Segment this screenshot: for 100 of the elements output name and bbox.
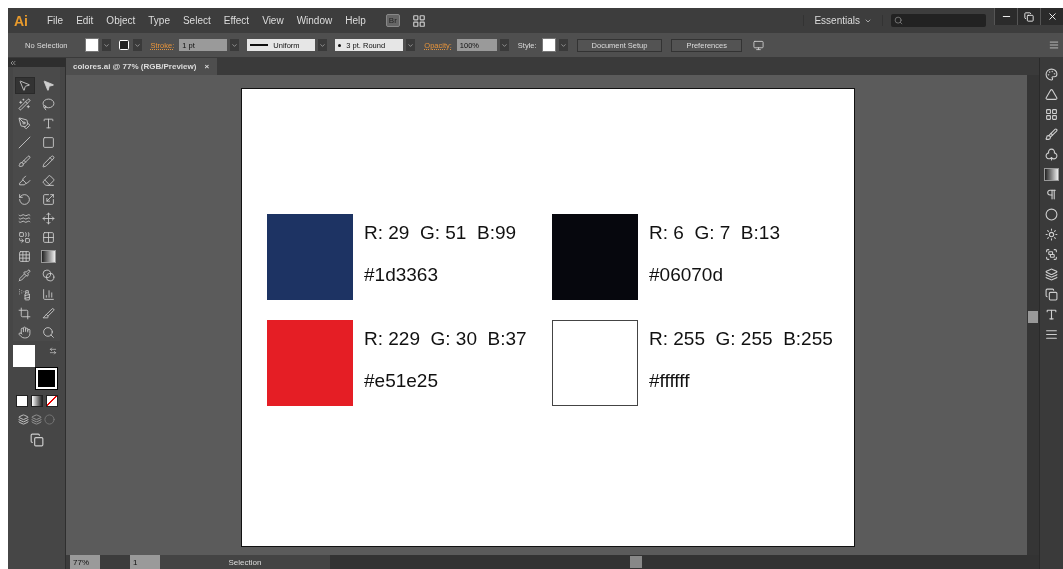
shape-builder-icon	[18, 231, 32, 244]
color-button[interactable]	[15, 395, 28, 407]
status-text: Selection	[160, 555, 330, 569]
eraser-icon	[41, 174, 55, 187]
ellipse-icon[interactable]	[1045, 208, 1058, 221]
hex-code: #ffffff	[649, 369, 691, 393]
knife-icon	[41, 307, 55, 320]
stroke-color-swatch[interactable]	[36, 368, 57, 389]
workspace-switcher[interactable]: Essentials	[803, 15, 883, 26]
screen-mode-icon[interactable]	[29, 433, 44, 447]
menu-item[interactable]: Object	[99, 15, 142, 26]
horizontal-scrollbar[interactable]	[330, 555, 1039, 569]
isolate-icon[interactable]	[752, 39, 764, 51]
magic-wand-icon	[18, 98, 32, 111]
artboard-icon	[18, 307, 32, 320]
club-icon[interactable]	[1045, 148, 1058, 161]
caret-icon	[133, 41, 141, 49]
close-button[interactable]	[1040, 8, 1063, 25]
artboards-icon[interactable]	[1045, 288, 1058, 301]
selection-arrow-icon	[18, 79, 32, 92]
caret-icon	[500, 41, 508, 49]
stroke-line-icon	[250, 44, 269, 46]
menu-item[interactable]: Help	[338, 15, 372, 26]
palette-icon[interactable]	[1045, 68, 1058, 81]
rgb-values: R: 29 G: 51 B:99	[364, 221, 517, 245]
rgb-values: R: 255 G: 255 B:255	[649, 327, 833, 351]
pen-icon	[18, 117, 32, 130]
stroke-swatch-icon[interactable]	[117, 39, 130, 51]
pilcrow-icon[interactable]	[1045, 188, 1058, 201]
pencil-icon	[41, 155, 55, 168]
gradient-button[interactable]	[30, 395, 43, 407]
search-field[interactable]	[891, 14, 986, 27]
scale-icon	[41, 193, 55, 206]
free-transform-icon	[41, 212, 55, 225]
bar-chart-icon	[41, 288, 55, 301]
gradient-icon[interactable]	[1044, 168, 1059, 181]
perspective-grid-icon	[41, 231, 55, 244]
none-button[interactable]	[45, 395, 58, 407]
appearance-icon[interactable]	[1045, 228, 1058, 241]
dot-icon	[338, 43, 342, 47]
rectangle-icon	[41, 136, 55, 149]
arrow-icon	[41, 79, 55, 92]
blend-icon	[41, 269, 55, 282]
brush-icon[interactable]	[1045, 128, 1058, 141]
draw-normal-icon[interactable]	[18, 414, 29, 425]
warp-icon	[18, 212, 32, 225]
zoom-field[interactable]: 77%	[70, 555, 100, 569]
caret-icon	[102, 41, 110, 49]
app-logo: Ai	[14, 12, 28, 29]
layers-icon[interactable]	[1045, 268, 1058, 281]
menu-item[interactable]: Edit	[69, 15, 100, 26]
arrange-documents-icon[interactable]	[411, 13, 426, 28]
caret-icon	[407, 41, 415, 49]
rotate-icon	[18, 193, 32, 206]
document-tab[interactable]: colores.ai @ 77% (RGB/Preview) ×	[66, 58, 218, 75]
fill-color-swatch[interactable]	[13, 345, 35, 367]
tool-button[interactable]	[38, 248, 59, 265]
scroll-thumb[interactable]	[1028, 311, 1038, 323]
menu-item[interactable]: Select	[175, 15, 217, 26]
triangle-icon[interactable]	[1045, 88, 1058, 101]
style-swatch[interactable]	[541, 38, 556, 52]
gradient-icon	[40, 250, 56, 263]
menu-item[interactable]: Effect	[216, 15, 256, 26]
blob-brush-icon	[18, 174, 32, 187]
vertical-scrollbar[interactable]	[1027, 75, 1039, 555]
tab-close[interactable]: ×	[204, 62, 210, 71]
transform-icon[interactable]	[1045, 248, 1058, 261]
type-icon	[41, 117, 55, 130]
caret-icon	[319, 41, 327, 49]
brush-icon	[18, 155, 32, 168]
fill-swatch[interactable]	[84, 38, 99, 52]
collapse-icon[interactable]	[9, 58, 17, 67]
draw-behind-icon[interactable]	[31, 414, 42, 425]
menu-item[interactable]: Window	[289, 15, 339, 26]
restore-button[interactable]	[1017, 8, 1040, 25]
eyedropper-icon	[18, 269, 32, 282]
hex-code: #06070d	[649, 263, 724, 287]
hand-icon	[18, 326, 32, 339]
menu-item[interactable]: File	[40, 15, 70, 26]
lasso-icon	[41, 98, 55, 111]
menu-item[interactable]: View	[255, 15, 290, 26]
panel-menu-icon[interactable]	[1049, 40, 1059, 50]
artboard-field[interactable]: 1	[130, 555, 160, 569]
close-icon	[1046, 11, 1058, 22]
tool-button[interactable]	[14, 77, 35, 94]
swatches-icon[interactable]	[1045, 108, 1058, 121]
swap-icon[interactable]	[49, 347, 57, 355]
paragraph-icon[interactable]	[1045, 328, 1058, 341]
character-icon[interactable]	[1045, 308, 1058, 321]
zoom-icon	[41, 326, 55, 339]
restore-icon	[1024, 11, 1034, 22]
hex-code: #1d3363	[364, 263, 439, 287]
scroll-thumb[interactable]	[630, 556, 642, 568]
menu-item[interactable]: Type	[141, 15, 176, 26]
spray-can-icon	[18, 288, 32, 301]
hex-code: #e51e25	[364, 369, 439, 393]
line-icon	[18, 136, 32, 149]
search-icon	[894, 16, 903, 25]
rgb-values: R: 6 G: 7 B:13	[649, 221, 780, 245]
caret-icon	[231, 41, 239, 49]
